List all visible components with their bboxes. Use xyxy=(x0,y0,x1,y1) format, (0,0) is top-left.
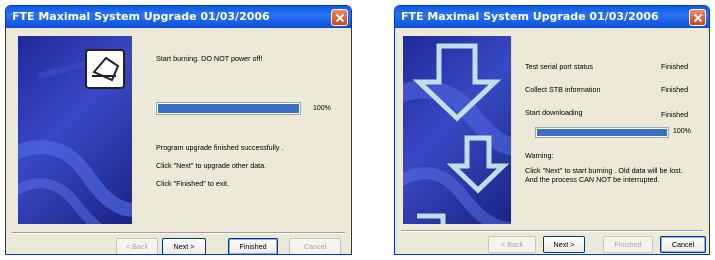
divider xyxy=(12,232,345,234)
next-button[interactable]: Next > xyxy=(162,238,206,254)
upgrade-progress-bar xyxy=(156,102,301,115)
next-button[interactable]: Next > xyxy=(543,236,585,253)
wizard-banner-image xyxy=(403,36,511,224)
progress-fill xyxy=(158,104,299,113)
message-line: Program upgrade finished successfully . xyxy=(156,143,284,152)
warning-message: Click "Next" to start burning . Old data… xyxy=(525,166,683,184)
progress-percent: 100% xyxy=(313,105,331,112)
window-title: FTE Maximal System Upgrade 01/03/2006 xyxy=(12,10,270,23)
progress-percent: 100% xyxy=(673,128,691,135)
close-icon[interactable] xyxy=(331,9,348,26)
cancel-button[interactable]: Cancel xyxy=(660,236,706,253)
finished-button[interactable]: Finished xyxy=(603,236,653,253)
finished-button[interactable]: Finished xyxy=(228,238,278,254)
message-line: Click "Next" to upgrade other data. xyxy=(156,161,267,170)
banner-art xyxy=(403,43,511,224)
step-status: Finished xyxy=(661,110,689,119)
progress-fill xyxy=(537,129,667,136)
status-heading: Start burning. DO NOT power off! xyxy=(156,54,263,63)
warning-label: Warning: xyxy=(525,151,554,160)
window-title: FTE Maximal System Upgrade 01/03/2006 xyxy=(401,10,659,23)
step-label: Start downloading xyxy=(525,108,583,117)
step-label: Test serial port status xyxy=(525,62,593,71)
title-bar: FTE Maximal System Upgrade 01/03/2006 xyxy=(395,6,709,28)
step-status: Finished xyxy=(661,85,689,94)
wizard-banner-image xyxy=(18,36,132,224)
divider xyxy=(401,230,703,232)
cancel-button[interactable]: Cancel xyxy=(289,238,341,254)
close-icon[interactable] xyxy=(689,9,706,26)
back-button[interactable]: < Back xyxy=(116,238,158,254)
step-status: Finished xyxy=(661,62,689,71)
printer-icon xyxy=(85,49,125,89)
upgrade-dialog-downloading: FTE Maximal System Upgrade 01/03/2006 Te… xyxy=(394,5,710,255)
banner-art xyxy=(18,49,132,224)
download-progress-bar xyxy=(535,127,669,138)
message-line: Click "Finished" to exit. xyxy=(156,179,230,188)
title-bar: FTE Maximal System Upgrade 01/03/2006 xyxy=(6,6,351,28)
step-label: Collect STB information xyxy=(525,85,601,94)
back-button[interactable]: < Back xyxy=(488,236,536,253)
upgrade-dialog-finished: FTE Maximal System Upgrade 01/03/2006 St… xyxy=(5,5,352,255)
